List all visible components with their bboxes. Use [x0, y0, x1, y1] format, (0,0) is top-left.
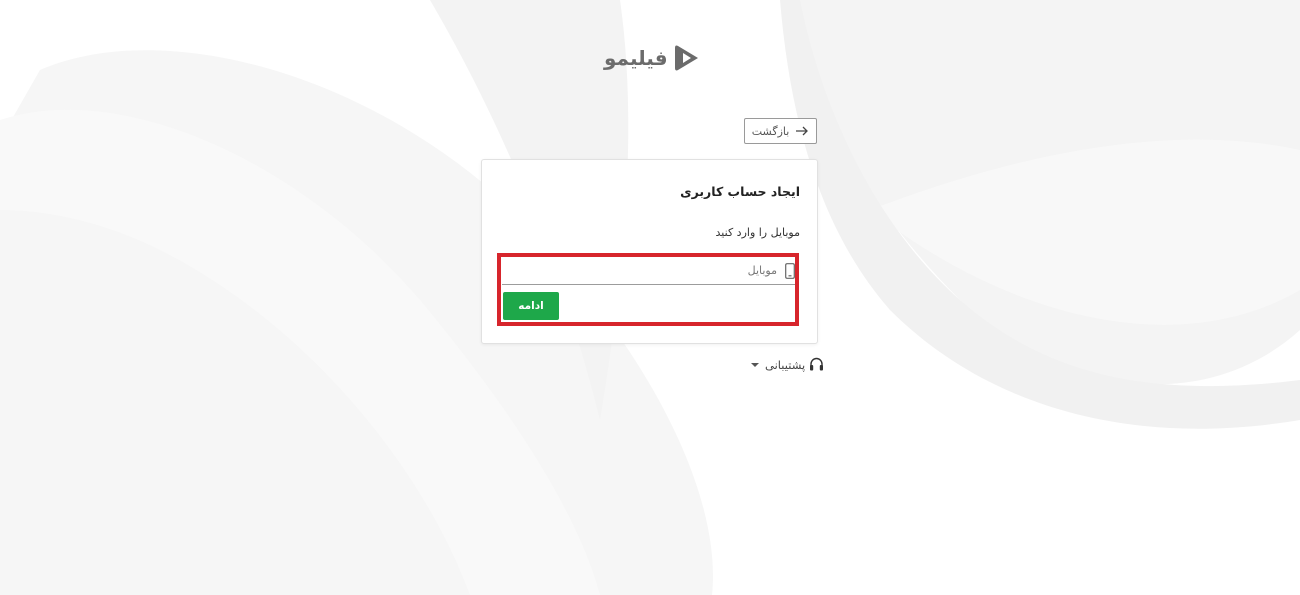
continue-button[interactable]: ادامه	[503, 292, 559, 320]
mobile-input[interactable]	[537, 264, 777, 277]
arrow-right-icon	[796, 126, 809, 136]
signup-card: ایجاد حساب کاربری موبایل را وارد کنید اد…	[481, 159, 818, 344]
back-button[interactable]: بازگشت	[744, 118, 817, 144]
mobile-field[interactable]	[502, 257, 799, 285]
filimo-logo[interactable]: فیلیمو	[604, 44, 700, 72]
support-label: پشتیبانی	[765, 357, 806, 372]
logo-text: فیلیمو	[604, 46, 668, 70]
headset-icon	[810, 357, 824, 371]
mobile-field-label: موبایل را وارد کنید	[715, 226, 800, 239]
play-triangle-icon	[674, 45, 698, 71]
caret-down-icon	[751, 362, 759, 367]
back-button-label: بازگشت	[751, 124, 790, 138]
page: فیلیمو بازگشت ایجاد حساب کاربری موبایل ر…	[0, 0, 1300, 595]
support-menu[interactable]: پشتیبانی	[751, 357, 824, 372]
card-title: ایجاد حساب کاربری	[680, 184, 800, 199]
mobile-phone-icon	[785, 262, 795, 279]
